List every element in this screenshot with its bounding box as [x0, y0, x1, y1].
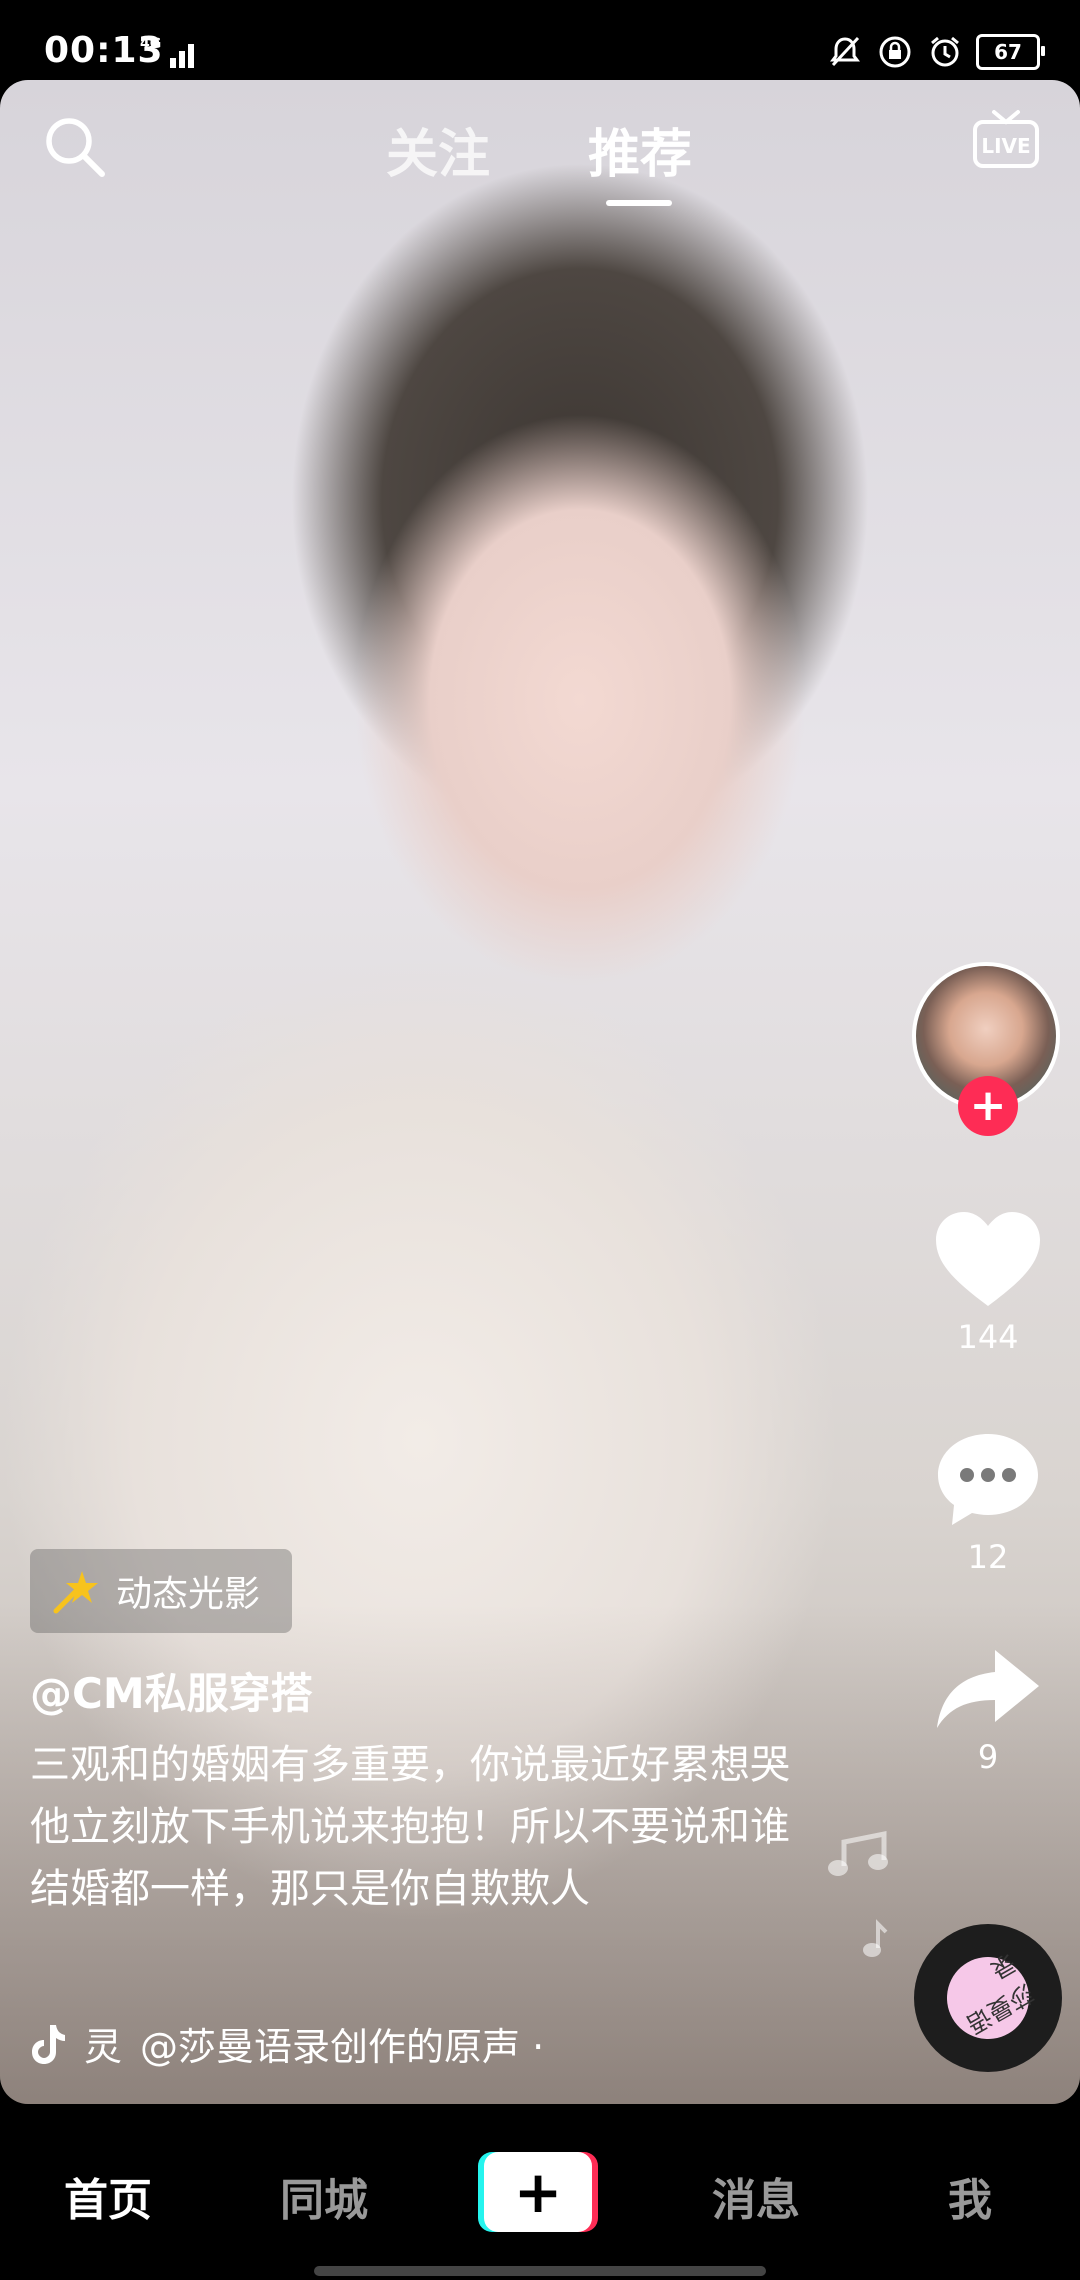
home-indicator[interactable] [314, 2266, 766, 2276]
tab-following[interactable]: 关注 [386, 112, 490, 187]
signal-icon [160, 38, 198, 68]
music-prefix: 灵 [84, 2025, 123, 2069]
share-arrow-icon [937, 1650, 1039, 1728]
mute-notification-icon [826, 33, 864, 71]
like-button[interactable]: 144 [928, 1210, 1048, 1356]
bottom-nav: 首页 同城 + 消息 我 [0, 2104, 1080, 2280]
share-button[interactable]: 9 [928, 1646, 1048, 1776]
comment-count: 12 [967, 1538, 1009, 1576]
battery-indicator: 67 [976, 34, 1045, 70]
follow-plus-button[interactable]: + [958, 1076, 1018, 1136]
heart-icon [936, 1212, 1040, 1306]
effect-tag-label: 动态光影 [116, 1574, 261, 1615]
share-count: 9 [977, 1738, 999, 1776]
system-icons: 67 [826, 30, 1045, 74]
tiktok-logo-icon [32, 2024, 65, 2064]
live-label: LIVE [981, 134, 1030, 158]
music-disc[interactable]: 莎曼语录 [914, 1924, 1062, 2072]
magic-wand-icon [53, 1571, 98, 1614]
nav-messages[interactable]: 消息 [712, 2164, 800, 2228]
tab-recommended[interactable]: 推荐 [588, 112, 692, 187]
disc-cover: 莎曼语录 [931, 1941, 1045, 2055]
status-bar: 00:13 4G 67 [0, 0, 1080, 80]
music-title: @莎曼语录创作的原声 · [140, 2025, 545, 2069]
lock-rotation-icon [876, 33, 914, 71]
nav-profile[interactable]: 我 [948, 2164, 992, 2228]
alarm-icon [926, 33, 964, 71]
effect-tag[interactable]: 动态光影 [30, 1549, 292, 1633]
music-info[interactable]: 灵 @莎曼语录创作的原声 · [30, 2016, 544, 2071]
author-name[interactable]: @CM私服穿搭 [30, 1660, 313, 1721]
comment-button[interactable]: 12 [928, 1430, 1048, 1576]
music-notes-icon [822, 1830, 902, 1990]
plus-icon: + [484, 2152, 592, 2232]
like-count: 144 [957, 1318, 1019, 1356]
nav-home[interactable]: 首页 [64, 2164, 152, 2228]
active-tab-indicator [606, 200, 672, 206]
create-button[interactable]: + [478, 2152, 598, 2232]
live-button[interactable]: LIVE [972, 106, 1040, 176]
video-caption: 三观和的婚姻有多重要，你说最近好累想哭他立刻放下手机说来抱抱！所以不要说和谁结婚… [30, 1742, 790, 1912]
nav-nearby[interactable]: 同城 [280, 2164, 368, 2228]
network-type: 4G [140, 36, 162, 52]
feed-tabs: 关注 推荐 [0, 112, 1080, 206]
comment-icon [938, 1434, 1038, 1525]
